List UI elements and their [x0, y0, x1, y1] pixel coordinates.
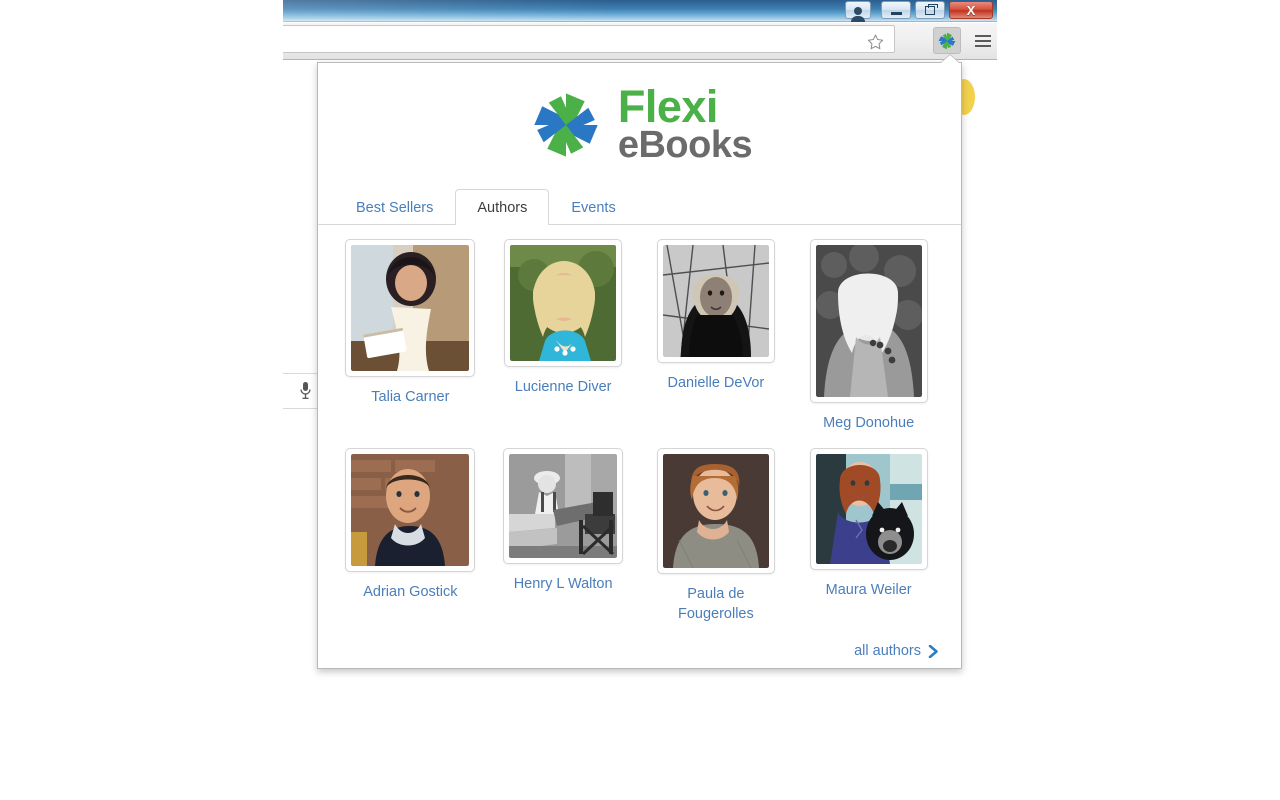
minimize-button[interactable] [881, 1, 911, 19]
all-authors-footer: all authors [318, 633, 961, 659]
popup-tabstrip: Best Sellers Authors Events [318, 189, 961, 226]
author-photo-frame [656, 448, 775, 575]
author-photo-talia-carner [351, 245, 470, 372]
user-account-button[interactable] [845, 1, 871, 22]
author-name-link[interactable]: Lucienne Diver [515, 378, 612, 398]
author-photo-lucienne-diver [510, 245, 617, 362]
author-photo-maura-weiler [815, 454, 922, 565]
author-photo-frame [345, 239, 476, 378]
author-photo-frame [345, 448, 476, 573]
extension-popup: Flexi eBooks Best Sellers Authors Events [317, 62, 962, 669]
authors-grid-row-1: Talia Carner Lucienne Diver Danielle DeV… [318, 225, 961, 434]
minimize-icon [890, 11, 902, 15]
author-photo-frame [809, 239, 928, 404]
author-photo-adrian-gostick [351, 454, 470, 567]
close-button[interactable]: X [949, 1, 993, 19]
author-photo-frame [656, 239, 775, 364]
author-name-link[interactable]: Danielle DeVor [668, 374, 765, 394]
popup-brand-header: Flexi eBooks [318, 63, 961, 180]
author-card-adrian-gostick[interactable]: Adrian Gostick [334, 448, 487, 633]
browser-toolbar [283, 23, 997, 60]
author-card-danielle-devor[interactable]: Danielle DeVor [640, 239, 793, 434]
brand-name-secondary: eBooks [617, 124, 753, 167]
author-photo-paula-de-fougerolles [662, 454, 769, 569]
author-card-meg-donohue[interactable]: Meg Donohue [792, 239, 945, 434]
microphone-icon[interactable] [299, 381, 312, 401]
tab-events[interactable]: Events [549, 189, 637, 225]
author-name-link[interactable]: Talia Carner [371, 388, 449, 408]
close-icon: X [966, 2, 976, 18]
hamburger-line [975, 34, 991, 37]
author-photo-frame [504, 239, 623, 368]
titlebar-sheen [283, 0, 613, 22]
bookmark-star-icon[interactable] [867, 34, 884, 50]
author-card-talia-carner[interactable]: Talia Carner [334, 239, 487, 434]
author-name-link[interactable]: Paula de Fougerolles [656, 585, 776, 624]
author-card-maura-weiler[interactable]: Maura Weiler [792, 448, 945, 633]
tab-best-sellers[interactable]: Best Sellers [334, 189, 455, 225]
author-photo-danielle-devor [662, 245, 769, 358]
brand-name-primary: Flexi [617, 81, 719, 132]
author-name-link[interactable]: Maura Weiler [826, 581, 912, 601]
tab-authors[interactable]: Authors [455, 189, 550, 226]
flexi-pinwheel-logo [534, 93, 598, 157]
author-card-paula-de-fougerolles[interactable]: Paula de Fougerolles [640, 448, 793, 633]
flexi-pinwheel-icon [938, 32, 956, 49]
chevron-right-icon[interactable] [928, 644, 939, 658]
author-photo-frame [809, 448, 928, 571]
browser-window: X [283, 0, 997, 60]
author-photo-meg-donohue [815, 245, 922, 398]
window-controls: X [845, 1, 993, 22]
user-icon [851, 7, 865, 22]
hamburger-line [975, 44, 991, 47]
author-name-link[interactable]: Henry L Walton [514, 575, 613, 595]
flexi-ebooks-extension-button[interactable] [933, 27, 961, 54]
author-photo-frame [503, 448, 624, 565]
screen: X Flexi eBooks Best Sellers Authors Even… [0, 0, 1280, 800]
author-name-link[interactable]: Meg Donohue [823, 414, 914, 434]
author-name-link[interactable]: Adrian Gostick [363, 583, 457, 603]
restore-button[interactable] [915, 1, 945, 19]
window-titlebar: X [283, 0, 997, 22]
restore-icon [925, 3, 938, 15]
author-card-henry-l-walton[interactable]: Henry L Walton [487, 448, 640, 633]
brand-wordmark: Flexi eBooks [617, 81, 753, 167]
hamburger-line [975, 39, 991, 42]
chrome-menu-button[interactable] [971, 27, 995, 54]
popup-pointer-arrow [941, 55, 959, 63]
all-authors-link[interactable]: all authors [854, 643, 921, 659]
author-photo-henry-l-walton [509, 454, 618, 559]
author-card-lucienne-diver[interactable]: Lucienne Diver [487, 239, 640, 434]
address-bar[interactable] [283, 25, 895, 53]
authors-grid-row-2: Adrian Gostick Henry L Walton Paula de F… [318, 434, 961, 633]
